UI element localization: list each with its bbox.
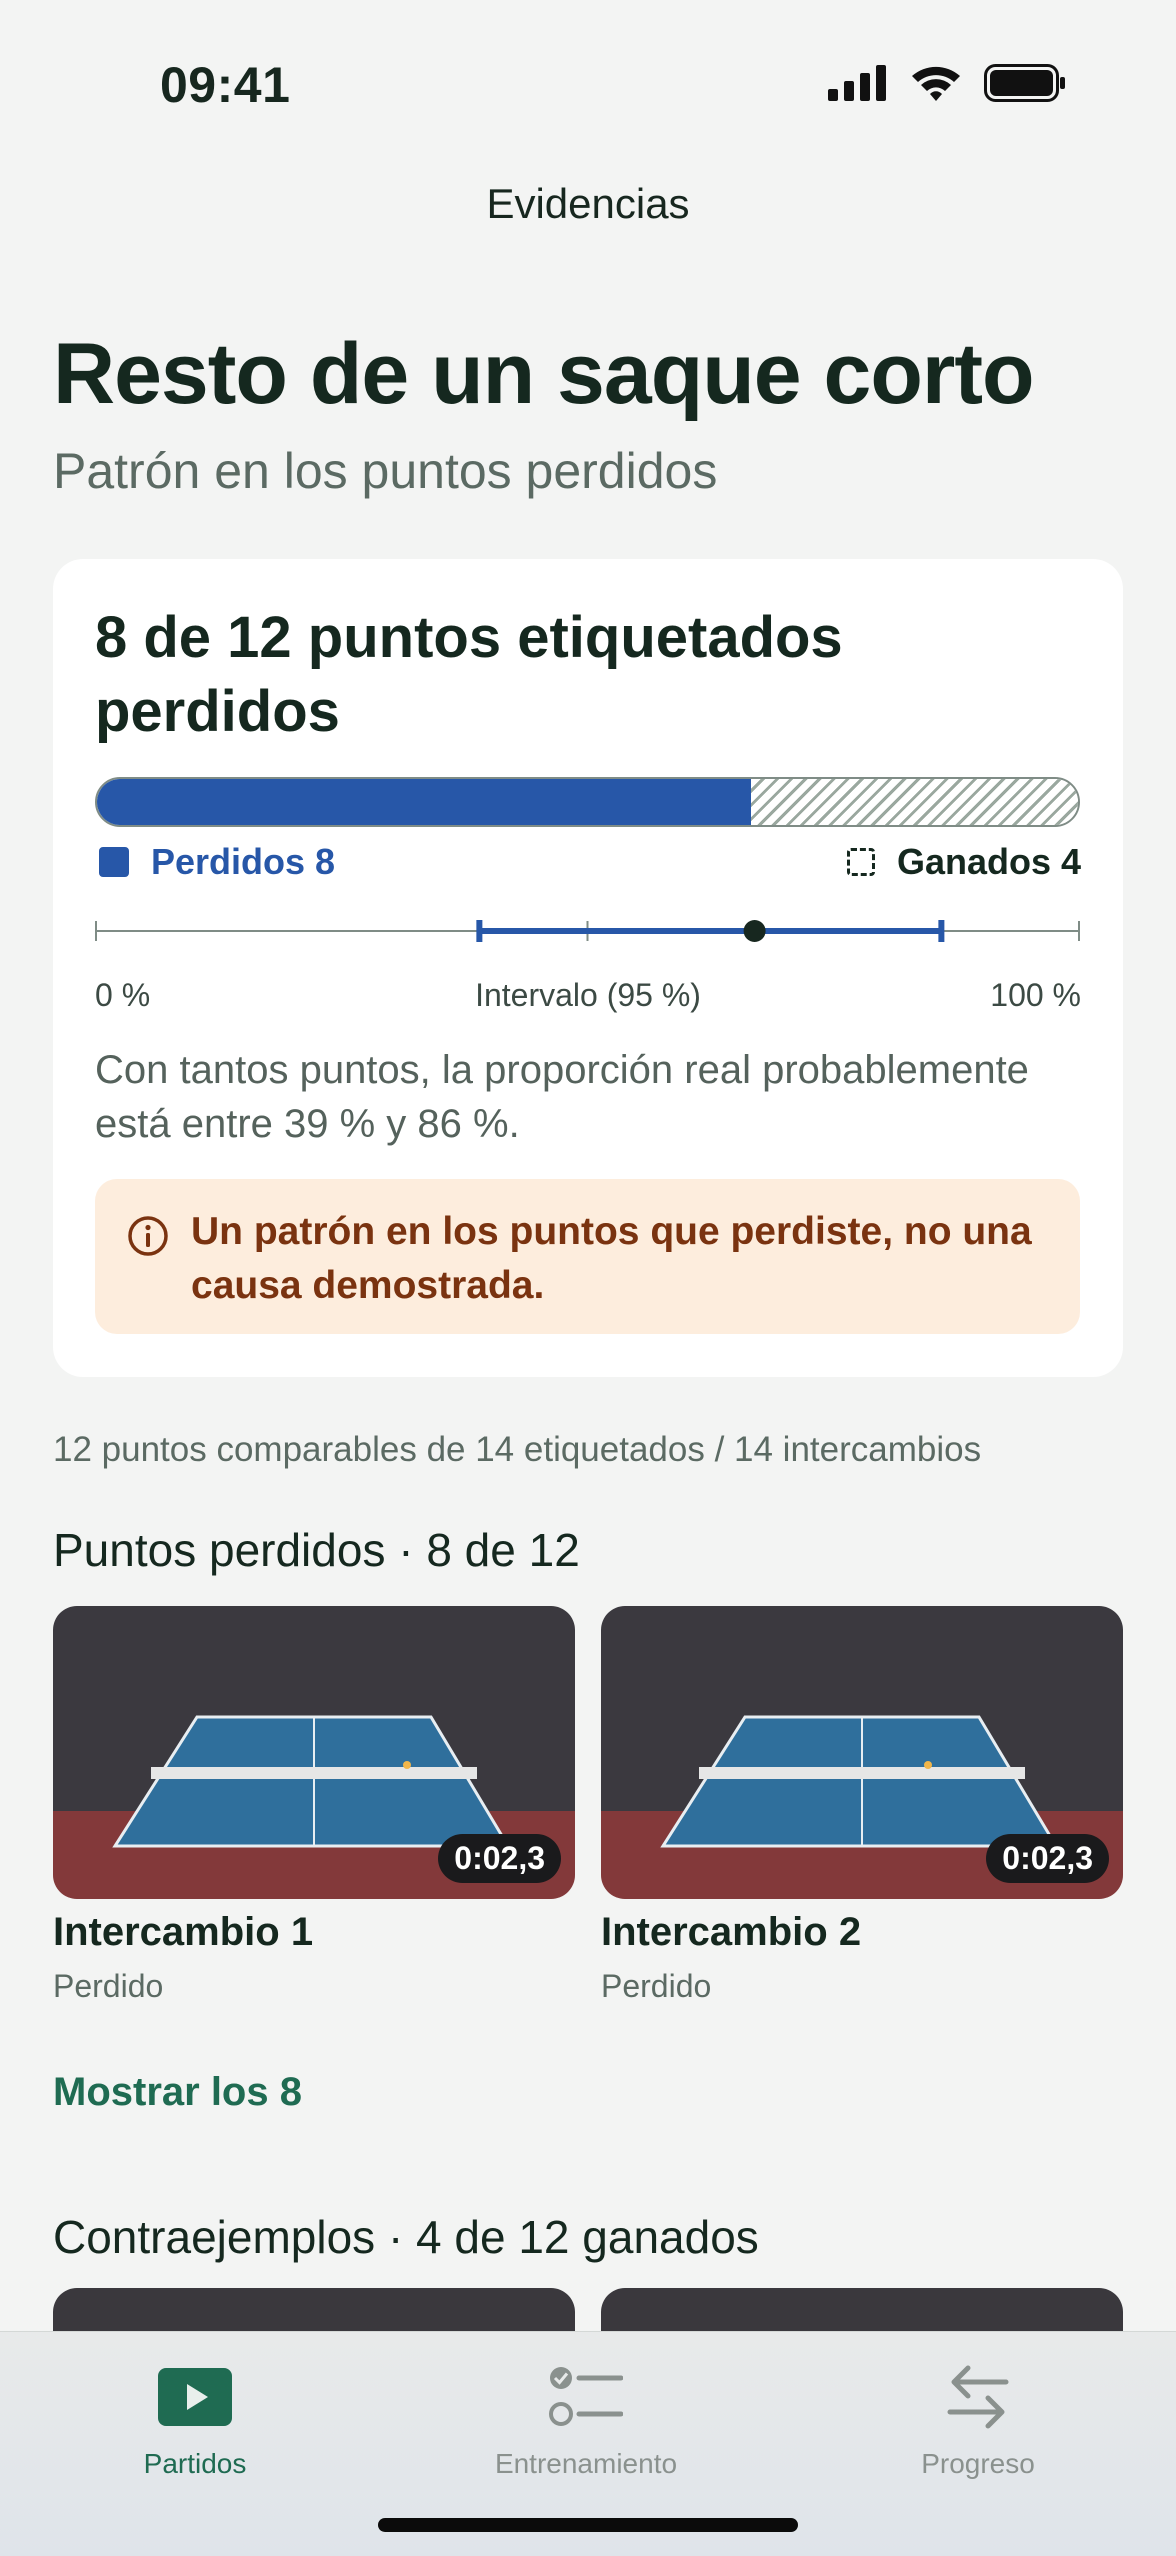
proportion-bar: [95, 777, 1080, 827]
ci-estimate-dot: [743, 920, 766, 942]
legend-won-swatch: [846, 848, 875, 876]
rally-thumbnail-1[interactable]: 0:02,3: [53, 1606, 575, 1899]
tab-partidos-label: Partidos: [143, 2448, 247, 2479]
duration-badge: 0:02,3: [986, 1834, 1109, 1883]
legend-won-label: Ganados 4: [896, 841, 1081, 882]
rally-thumbnail-2[interactable]: 0:02,3: [601, 1606, 1123, 1899]
info-icon: [128, 1216, 168, 1256]
tab-entrenamiento-label: Entrenamiento: [494, 2448, 678, 2479]
rally-status-2: Perdido: [601, 1968, 712, 2004]
proportion-bar-won: [750, 779, 1078, 825]
legend-won: Ganados 4: [846, 841, 1081, 883]
nav-title: Evidencias: [486, 180, 690, 227]
ci-low-cap: [476, 920, 483, 942]
duration-badge: 0:02,3: [438, 1834, 561, 1883]
ci-high-cap: [938, 920, 945, 942]
legend-lost-swatch: [99, 847, 129, 877]
status-icons: [828, 64, 1066, 102]
tab-progreso[interactable]: Progreso: [828, 2352, 1128, 2480]
signal-icon: [828, 65, 886, 101]
interval-explanation: Con tantos puntos, la proporción real pr…: [95, 1048, 1029, 1146]
tab-progreso-label: Progreso: [921, 2448, 1035, 2479]
ci-axis-label: Intervalo (95 %): [475, 977, 701, 1013]
play-icon: [158, 2368, 232, 2426]
status-bar: 09:41: [0, 0, 1176, 170]
proportion-bar-lost: [97, 779, 751, 825]
page-title: Resto de un saque corto: [53, 326, 1034, 422]
comparable-points-meta: 12 puntos comparables de 14 etiquetados …: [53, 1430, 982, 1469]
home-indicator: [378, 2518, 798, 2532]
wifi-icon: [912, 66, 960, 101]
summary-headline: 8 de 12 puntos etiquetados perdidos: [95, 605, 843, 744]
show-all-lost-button[interactable]: Mostrar los 8: [53, 2070, 302, 2115]
tab-partidos[interactable]: Partidos: [45, 2352, 345, 2480]
lost-points-section-title: Puntos perdidos · 8 de 12: [53, 1524, 580, 1576]
confidence-interval-chart: [95, 920, 1080, 942]
tab-entrenamiento[interactable]: Entrenamiento: [436, 2352, 736, 2480]
rally-status-1: Perdido: [53, 1968, 164, 2004]
legend-lost-label: Perdidos 8: [151, 841, 336, 882]
legend-lost: Perdidos 8: [99, 841, 335, 883]
rally-title-1[interactable]: Intercambio 1: [53, 1910, 313, 1955]
warning-callout: Un patrón en los puntos que perdiste, no…: [95, 1179, 1080, 1334]
rally-title-2[interactable]: Intercambio 2: [601, 1910, 861, 1955]
ci-axis-end: 100 %: [990, 977, 1081, 1013]
warning-text: Un patrón en los puntos que perdiste, no…: [191, 1210, 1032, 1307]
status-time: 09:41: [160, 57, 291, 113]
checklist-icon: [549, 2367, 623, 2426]
page-subtitle: Patrón en los puntos perdidos: [53, 443, 718, 499]
arrows-swap-icon: [947, 2365, 1009, 2429]
counterexamples-section-title: Contraejemplos · 4 de 12 ganados: [53, 2211, 759, 2263]
summary-card: 8 de 12 puntos etiquetados perdidos Perd…: [53, 559, 1123, 1377]
battery-icon: [984, 64, 1065, 102]
